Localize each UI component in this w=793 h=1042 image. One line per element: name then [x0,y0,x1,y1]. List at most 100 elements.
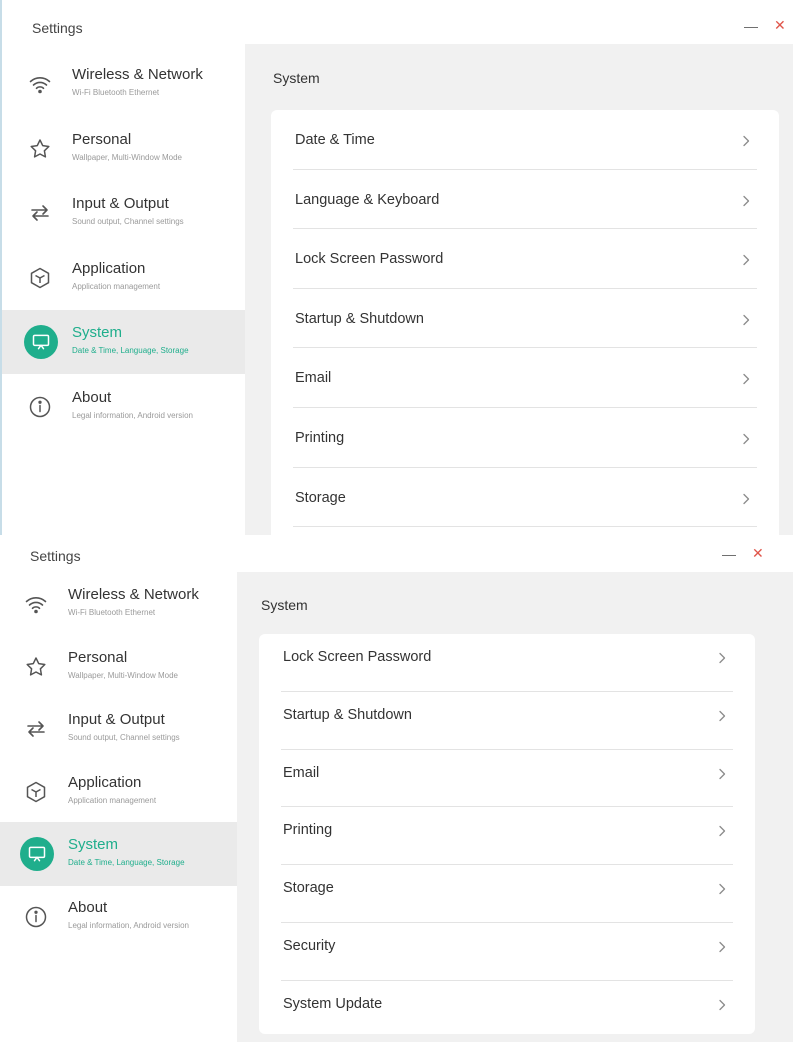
monitor-icon [20,837,54,871]
sidebar-item-input-output[interactable]: Input & Output Sound output, Channel sett… [2,181,245,245]
swap-arrows-icon [24,197,56,229]
chevron-right-icon [715,709,729,723]
wifi-icon [20,588,52,620]
app-title: Settings [30,548,81,564]
settings-row-label: Storage [283,880,334,897]
settings-window-2: Settings — ✕ Wireless & Network Wi-Fi Blu… [0,538,793,1042]
settings-row-label: Lock Screen Password [283,649,432,665]
star-icon [20,651,52,683]
row-divider [293,526,757,528]
monitor-icon [24,325,58,359]
sidebar-item-label: System [72,324,123,341]
sidebar: Wireless & Network Wi-Fi Bluetooth Ethern… [2,44,245,535]
sidebar-item-about[interactable]: About Legal information, Android version [0,885,237,949]
app-title: Settings [32,20,83,36]
sidebar-item-label: Personal [72,130,132,148]
sidebar-item-system[interactable]: System Date & Time, Language, Storage [2,310,245,374]
settings-row-label: Startup & Shutdown [283,706,412,723]
title-bar: Settings — ✕ [2,0,793,44]
close-button[interactable]: ✕ [752,545,764,562]
settings-row-label: Printing [295,430,345,446]
settings-row-label: Email [295,370,332,387]
sidebar-item-subtitle: Application management [68,795,157,805]
settings-row-startup-shutdown[interactable]: Startup & Shutdown [271,289,779,349]
settings-row-label: System Update [283,995,383,1012]
sidebar-item-subtitle: Legal information, Android version [68,920,189,930]
sidebar-item-label: System [68,836,119,853]
sidebar-item-subtitle: Date & Time, Language, Storage [72,346,189,355]
sidebar-item-about[interactable]: About Legal information, Android version [2,375,245,439]
chevron-right-icon [715,767,729,781]
settings-row-label: Language & Keyboard [295,191,440,208]
sidebar-item-label: Application [72,259,146,277]
settings-row-label: Email [283,764,320,781]
sidebar-item-subtitle: Legal information, Android version [72,410,193,420]
section-title: System [261,597,308,613]
sidebar-item-subtitle: Sound output, Channel settings [68,733,180,742]
settings-row-security[interactable]: Security [259,923,755,981]
sidebar-item-wireless-network[interactable]: Wireless & Network Wi-Fi Bluetooth Ethern… [0,572,237,636]
minimize-button[interactable]: — [722,546,736,562]
info-icon [20,901,52,933]
chevron-right-icon [715,940,729,954]
settings-row-label: Security [283,938,336,954]
sidebar-item-label: Application [68,773,142,791]
settings-row-label: Storage [295,489,346,506]
sidebar-item-label: About [68,898,108,916]
settings-window-1: Settings — ✕ Wireless & Network Wi-Fi Blu… [0,0,793,535]
chevron-right-icon [715,882,729,896]
sidebar-item-wireless-network[interactable]: Wireless & Network Wi-Fi Bluetooth Ethern… [2,52,245,116]
sidebar-item-label: Input & Output [72,195,169,212]
settings-row-lock-screen-password[interactable]: Lock Screen Password [271,229,779,289]
sidebar-item-application[interactable]: Application Application management [2,246,245,310]
settings-row-email[interactable]: Email [271,348,779,408]
settings-list-card: Lock Screen Password Startup & Shutdown Em… [259,634,755,1034]
settings-row-lock-screen-password[interactable]: Lock Screen Password [259,634,755,692]
info-icon [24,391,56,423]
sidebar-item-subtitle: Sound output, Channel settings [72,217,184,226]
sidebar-item-personal[interactable]: Personal Wallpaper, Multi-Window Mode [0,635,237,699]
sidebar-item-system[interactable]: System Date & Time, Language, Storage [0,822,237,886]
sidebar-item-subtitle: Wi-Fi Bluetooth Ethernet [72,88,160,97]
chevron-right-icon [739,492,753,506]
settings-row-label: Printing [283,822,333,839]
sidebar-item-subtitle: Application management [72,281,161,291]
settings-row-label: Startup & Shutdown [295,310,424,327]
sidebar-item-personal[interactable]: Personal Wallpaper, Multi-Window Mode [2,117,245,181]
settings-row-storage[interactable]: Storage [271,468,779,528]
sidebar-item-label: Input & Output [68,711,165,728]
sidebar-item-label: Personal [68,648,128,666]
settings-row-printing[interactable]: Printing [259,807,755,866]
swap-arrows-icon [20,713,52,745]
settings-list-card: Date & Time Language & Keyboard Lock Scree… [271,110,779,535]
chevron-right-icon [739,372,753,386]
settings-row-email[interactable]: Email [259,750,755,808]
chevron-right-icon [715,998,729,1012]
settings-row-printing[interactable]: Printing [271,408,779,468]
settings-row-label: Date & Time [295,132,375,148]
chevron-right-icon [739,253,753,267]
sidebar-item-label: About [72,388,112,406]
close-button[interactable]: ✕ [774,17,786,34]
settings-row-language-keyboard[interactable]: Language & Keyboard [271,170,779,230]
settings-row-system-update[interactable]: System Update [259,981,755,1039]
settings-row-startup-shutdown[interactable]: Startup & Shutdown [259,692,755,750]
chevron-right-icon [739,313,753,327]
section-title: System [273,70,320,86]
main-content: System Date & Time Language & Keyboard Loc… [245,44,793,535]
minimize-button[interactable]: — [744,18,758,34]
title-bar: Settings — ✕ [0,538,793,572]
cube-icon [24,262,56,294]
sidebar-item-subtitle: Wallpaper, Multi-Window Mode [68,670,178,680]
wifi-icon [24,68,56,100]
settings-row-storage[interactable]: Storage [259,865,755,923]
sidebar-item-application[interactable]: Application Application management [0,760,237,824]
sidebar-item-input-output[interactable]: Input & Output Sound output, Channel sett… [0,697,237,761]
sidebar-item-label: Wireless & Network [68,586,199,603]
chevron-right-icon [715,824,729,838]
settings-row-date-time[interactable]: Date & Time [271,110,779,170]
chevron-right-icon [739,134,753,148]
settings-row-label: Lock Screen Password [295,251,444,268]
main-content: System Lock Screen Password Startup & Shu… [237,572,793,1042]
sidebar-item-subtitle: Date & Time, Language, Storage [68,858,185,867]
